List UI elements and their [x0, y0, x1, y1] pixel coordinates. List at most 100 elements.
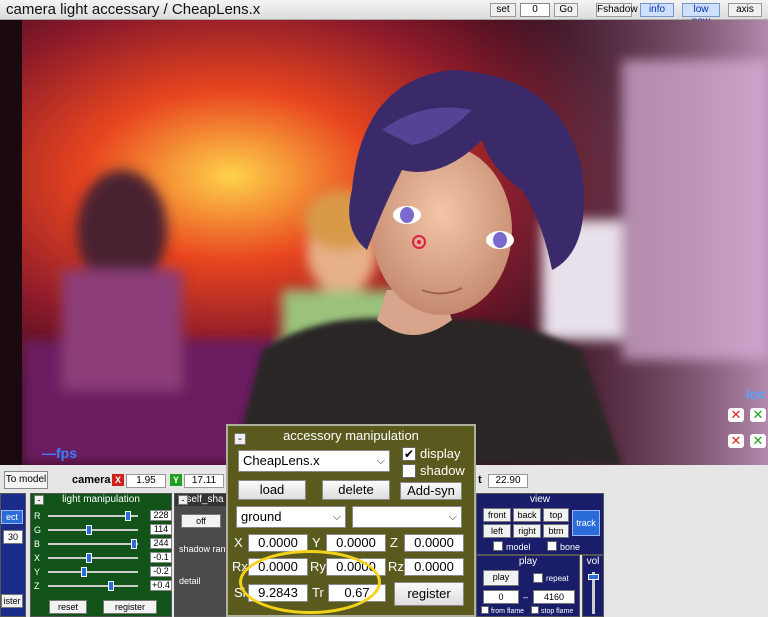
- low-pow-button[interactable]: low pow: [682, 3, 720, 27]
- model-view-label: model: [506, 542, 531, 552]
- play-to-field[interactable]: 4160: [533, 590, 575, 604]
- light-slider-value[interactable]: 244: [150, 538, 172, 549]
- light-slider-track[interactable]: [48, 543, 138, 545]
- shadow-label: shadow: [420, 463, 465, 478]
- x-lock-icon[interactable]: ✕: [728, 408, 744, 422]
- light-slider-value[interactable]: 228: [150, 510, 172, 521]
- camera-y-field[interactable]: 17.11: [184, 474, 224, 488]
- light-slider-value[interactable]: -0.2: [150, 566, 172, 577]
- play-panel: play play repeat 0 – 4160 from flame sto…: [476, 555, 580, 617]
- model-panel: ect 30 ister: [0, 493, 26, 617]
- info-button[interactable]: info: [640, 3, 674, 17]
- set-button[interactable]: set: [490, 3, 516, 17]
- bottom-view-button[interactable]: btm: [543, 524, 569, 538]
- play-from-field[interactable]: 0: [483, 590, 519, 604]
- accessory-select-value: CheapLens.x: [243, 453, 320, 468]
- fshadow-button[interactable]: Fshadow: [596, 3, 638, 17]
- light-slider-row: R 228: [34, 510, 172, 522]
- range-dash: –: [523, 592, 529, 602]
- camera-x-field[interactable]: 1.95: [126, 474, 166, 488]
- light-slider-row: G 114: [34, 524, 172, 536]
- camera-x-axis-label: X: [112, 474, 124, 486]
- display-label: display: [420, 446, 461, 461]
- back-view-button[interactable]: back: [513, 508, 541, 522]
- shadow-checkbox[interactable]: [402, 464, 416, 478]
- from-flame-checkbox[interactable]: [481, 606, 489, 614]
- accessory-collapse-button[interactable]: -: [234, 433, 246, 445]
- shadow-off-button[interactable]: off: [181, 514, 221, 528]
- light-slider-row: Y -0.2: [34, 566, 172, 578]
- highlight-ellipse: [239, 550, 381, 614]
- model-value-field[interactable]: 30: [3, 530, 23, 544]
- light-reset-button[interactable]: reset: [49, 600, 87, 614]
- x-rotate-icon[interactable]: ✕: [728, 434, 744, 448]
- left-view-button[interactable]: left: [483, 524, 511, 538]
- light-slider-thumb[interactable]: [85, 525, 92, 535]
- to-model-button[interactable]: To model: [4, 471, 48, 489]
- accessory-panel-header: - accessory manipulation: [228, 428, 474, 445]
- light-slider-thumb[interactable]: [81, 567, 87, 577]
- accessory-select[interactable]: CheapLens.x ⌵: [238, 450, 390, 472]
- load-button[interactable]: load: [238, 480, 306, 500]
- top-view-button[interactable]: top: [543, 508, 569, 522]
- bone-view-checkbox[interactable]: [547, 541, 557, 551]
- add-syn-button[interactable]: Add-syn: [400, 482, 462, 500]
- accessory-register-button[interactable]: register: [394, 582, 464, 606]
- light-slider-thumb[interactable]: [125, 511, 132, 521]
- chevron-down-icon: ⌵: [448, 511, 457, 523]
- front-view-button[interactable]: front: [483, 508, 511, 522]
- camera-label: camera: [72, 474, 111, 486]
- y-rotate-icon[interactable]: ✕: [750, 434, 766, 448]
- light-slider-thumb[interactable]: [108, 581, 114, 591]
- light-slider-value[interactable]: -0.1: [150, 552, 172, 563]
- from-flame-label: from flame: [491, 608, 525, 615]
- right-view-button[interactable]: right: [513, 524, 541, 538]
- light-slider-row: Z +0.4: [34, 580, 172, 592]
- light-panel-title: light manipulation: [62, 494, 140, 505]
- collapse-button[interactable]: -: [34, 495, 44, 505]
- y-lock-icon[interactable]: ✕: [750, 408, 766, 422]
- y-field[interactable]: 0.0000: [326, 534, 386, 552]
- select-button[interactable]: ect: [1, 510, 23, 524]
- chevron-down-icon: ⌵: [376, 455, 385, 467]
- light-slider-label: Z: [34, 581, 40, 591]
- light-manipulation-panel: - light manipulation R 228 G 114 B 244 X -0.1 Y -…: [30, 493, 172, 617]
- light-slider-thumb[interactable]: [131, 539, 138, 549]
- model-register-button[interactable]: ister: [1, 594, 23, 608]
- parent-model-select[interactable]: ground ⌵: [236, 506, 346, 528]
- 3d-viewport[interactable]: —fps loc ✕ ✕ ✕ ✕: [22, 20, 768, 465]
- light-slider-value[interactable]: 114: [150, 524, 172, 535]
- shadow-panel-header: - self_sha: [175, 494, 227, 506]
- play-button[interactable]: play: [483, 570, 519, 586]
- light-slider-label: R: [34, 511, 41, 521]
- stop-flame-checkbox[interactable]: [531, 606, 539, 614]
- axis-button[interactable]: axis: [728, 3, 762, 17]
- light-slider-label: Y: [34, 567, 41, 577]
- model-view-checkbox[interactable]: [493, 541, 503, 551]
- light-slider-track[interactable]: [48, 585, 138, 587]
- light-slider-track[interactable]: [48, 529, 138, 531]
- z-field[interactable]: 0.0000: [404, 534, 464, 552]
- rz-field[interactable]: 0.0000: [404, 558, 464, 576]
- delete-button[interactable]: delete: [322, 480, 390, 500]
- frame-input[interactable]: 0: [520, 3, 550, 17]
- light-slider-thumb[interactable]: [85, 553, 92, 563]
- light-register-button[interactable]: register: [103, 600, 157, 614]
- camera-t-field[interactable]: 22.90: [488, 474, 528, 488]
- light-slider-row: X -0.1: [34, 552, 172, 564]
- volume-slider-thumb[interactable]: [588, 574, 599, 580]
- x-field[interactable]: 0.0000: [248, 534, 308, 552]
- vol-panel-title: vol: [586, 556, 600, 567]
- go-button[interactable]: Go: [554, 3, 578, 17]
- display-checkbox[interactable]: ✔: [402, 447, 416, 461]
- light-slider-value[interactable]: +0.4: [150, 580, 172, 591]
- light-slider-track[interactable]: [48, 571, 138, 573]
- shadow-collapse-button[interactable]: -: [178, 495, 188, 505]
- parent-bone-select[interactable]: ⌵: [352, 506, 462, 528]
- light-slider-track[interactable]: [48, 557, 138, 559]
- track-button[interactable]: track: [572, 510, 600, 536]
- loc-label: loc: [745, 386, 766, 402]
- light-slider-label: G: [34, 525, 42, 535]
- repeat-checkbox[interactable]: [533, 573, 543, 583]
- light-panel-header: - light manipulation: [31, 494, 171, 506]
